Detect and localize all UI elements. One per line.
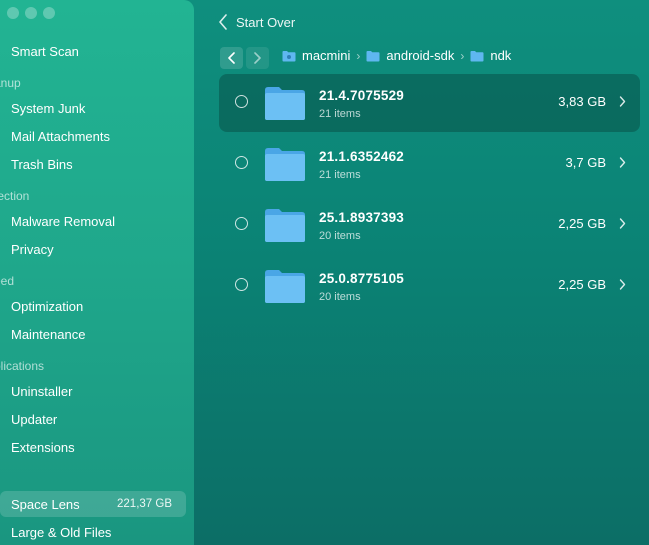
navigation-buttons bbox=[220, 47, 269, 69]
folder-icon bbox=[470, 50, 484, 61]
sidebar-item-large-old-files[interactable]: Large & Old Files bbox=[0, 519, 186, 545]
breadcrumb-separator: › bbox=[356, 48, 361, 63]
sidebar-section-applications: plications bbox=[0, 359, 45, 373]
folder-icon bbox=[282, 50, 296, 61]
sidebar-item-label: Large & Old Files bbox=[11, 524, 112, 540]
chevron-left-icon bbox=[228, 52, 235, 64]
sidebar-item-optimization[interactable]: Optimization bbox=[0, 293, 186, 319]
folder-size: 3,83 GB bbox=[558, 94, 606, 109]
folder-size: 2,25 GB bbox=[558, 216, 606, 231]
chevron-left-icon bbox=[219, 14, 227, 30]
folder-icon bbox=[265, 209, 305, 242]
folder-item-count: 20 items bbox=[319, 291, 361, 303]
space-lens-size-badge: 221,37 GB bbox=[117, 498, 172, 510]
sidebar-item-updater[interactable]: Updater bbox=[0, 406, 186, 432]
select-radio[interactable] bbox=[235, 95, 248, 108]
breadcrumb-item-macmini[interactable]: macmini bbox=[282, 48, 350, 63]
folder-name: 25.1.8937393 bbox=[319, 210, 404, 225]
breadcrumb-item-android-sdk[interactable]: android-sdk bbox=[366, 48, 454, 63]
select-radio[interactable] bbox=[235, 217, 248, 230]
sidebar: Smart Scan anup System Junk Mail Attachm… bbox=[0, 0, 194, 545]
sidebar-item-label: Optimization bbox=[11, 298, 84, 314]
sidebar-item-extensions[interactable]: Extensions bbox=[0, 434, 186, 460]
sidebar-item-mail-attachments[interactable]: Mail Attachments bbox=[0, 123, 186, 149]
sidebar-section-speed: eed bbox=[0, 274, 15, 288]
sidebar-item-space-lens[interactable]: Space Lens 221,37 GB bbox=[0, 491, 186, 517]
back-nav-button[interactable] bbox=[220, 47, 243, 69]
folder-icon bbox=[366, 50, 380, 61]
sidebar-item-label: Updater bbox=[11, 411, 58, 427]
select-radio[interactable] bbox=[235, 156, 248, 169]
close-window-button[interactable] bbox=[7, 7, 19, 19]
folder-item-count: 21 items bbox=[319, 169, 361, 181]
folder-row[interactable]: 21.4.7075529 21 items 3,83 GB bbox=[219, 74, 640, 132]
breadcrumb-item-ndk[interactable]: ndk bbox=[470, 48, 511, 63]
folder-row[interactable]: 25.1.8937393 20 items 2,25 GB bbox=[219, 196, 640, 254]
folder-item-count: 21 items bbox=[319, 108, 361, 120]
sidebar-item-malware-removal[interactable]: Malware Removal bbox=[0, 208, 186, 234]
chevron-right-icon[interactable] bbox=[619, 157, 626, 168]
sidebar-item-label: Smart Scan bbox=[11, 43, 79, 59]
zoom-window-button[interactable] bbox=[43, 7, 55, 19]
sidebar-item-privacy[interactable]: Privacy bbox=[0, 236, 186, 262]
sidebar-item-system-junk[interactable]: System Junk bbox=[0, 95, 186, 121]
sidebar-item-maintenance[interactable]: Maintenance bbox=[0, 321, 186, 347]
sidebar-section-cleanup: anup bbox=[0, 76, 21, 90]
sidebar-item-label: Trash Bins bbox=[11, 156, 73, 172]
folder-icon bbox=[265, 148, 305, 181]
start-over-label: Start Over bbox=[236, 14, 296, 30]
main-panel: Start Over macmini › android-sdk › ndk 2… bbox=[194, 0, 649, 545]
folder-size: 3,7 GB bbox=[565, 155, 606, 170]
sidebar-item-uninstaller[interactable]: Uninstaller bbox=[0, 378, 186, 404]
sidebar-item-label: System Junk bbox=[11, 100, 86, 116]
sidebar-item-label: Uninstaller bbox=[11, 383, 73, 399]
breadcrumb-label: android-sdk bbox=[386, 48, 455, 63]
minimize-window-button[interactable] bbox=[25, 7, 37, 19]
folder-size: 2,25 GB bbox=[558, 277, 606, 292]
chevron-right-icon bbox=[254, 52, 261, 64]
sidebar-item-label: Extensions bbox=[11, 439, 75, 455]
folder-icon bbox=[265, 270, 305, 303]
start-over-button[interactable]: Start Over bbox=[218, 14, 295, 30]
breadcrumb-label: ndk bbox=[490, 48, 512, 63]
breadcrumb-label: macmini bbox=[302, 48, 351, 63]
window-controls bbox=[7, 7, 55, 19]
chevron-right-icon[interactable] bbox=[619, 218, 626, 229]
sidebar-item-label: Maintenance bbox=[11, 326, 86, 342]
sidebar-item-label: Space Lens bbox=[11, 496, 80, 512]
chevron-right-icon[interactable] bbox=[619, 279, 626, 290]
sidebar-item-smart-scan[interactable]: Smart Scan bbox=[0, 38, 186, 64]
folder-name: 21.4.7075529 bbox=[319, 88, 404, 103]
sidebar-item-trash-bins[interactable]: Trash Bins bbox=[0, 151, 186, 177]
select-radio[interactable] bbox=[235, 278, 248, 291]
folder-name: 21.1.6352462 bbox=[319, 149, 404, 164]
sidebar-item-label: Privacy bbox=[11, 241, 54, 257]
sidebar-item-label: Malware Removal bbox=[11, 213, 116, 229]
folder-row[interactable]: 21.1.6352462 21 items 3,7 GB bbox=[219, 135, 640, 193]
sidebar-section-protection: tection bbox=[0, 189, 30, 203]
breadcrumb-separator: › bbox=[460, 48, 465, 63]
forward-nav-button[interactable] bbox=[246, 47, 269, 69]
folder-row[interactable]: 25.0.8775105 20 items 2,25 GB bbox=[219, 257, 640, 315]
folder-item-count: 20 items bbox=[319, 230, 361, 242]
chevron-right-icon[interactable] bbox=[619, 96, 626, 107]
folder-name: 25.0.8775105 bbox=[319, 271, 404, 286]
sidebar-item-label: Mail Attachments bbox=[11, 128, 110, 144]
folder-icon bbox=[265, 87, 305, 120]
breadcrumb: macmini › android-sdk › ndk bbox=[282, 48, 511, 63]
